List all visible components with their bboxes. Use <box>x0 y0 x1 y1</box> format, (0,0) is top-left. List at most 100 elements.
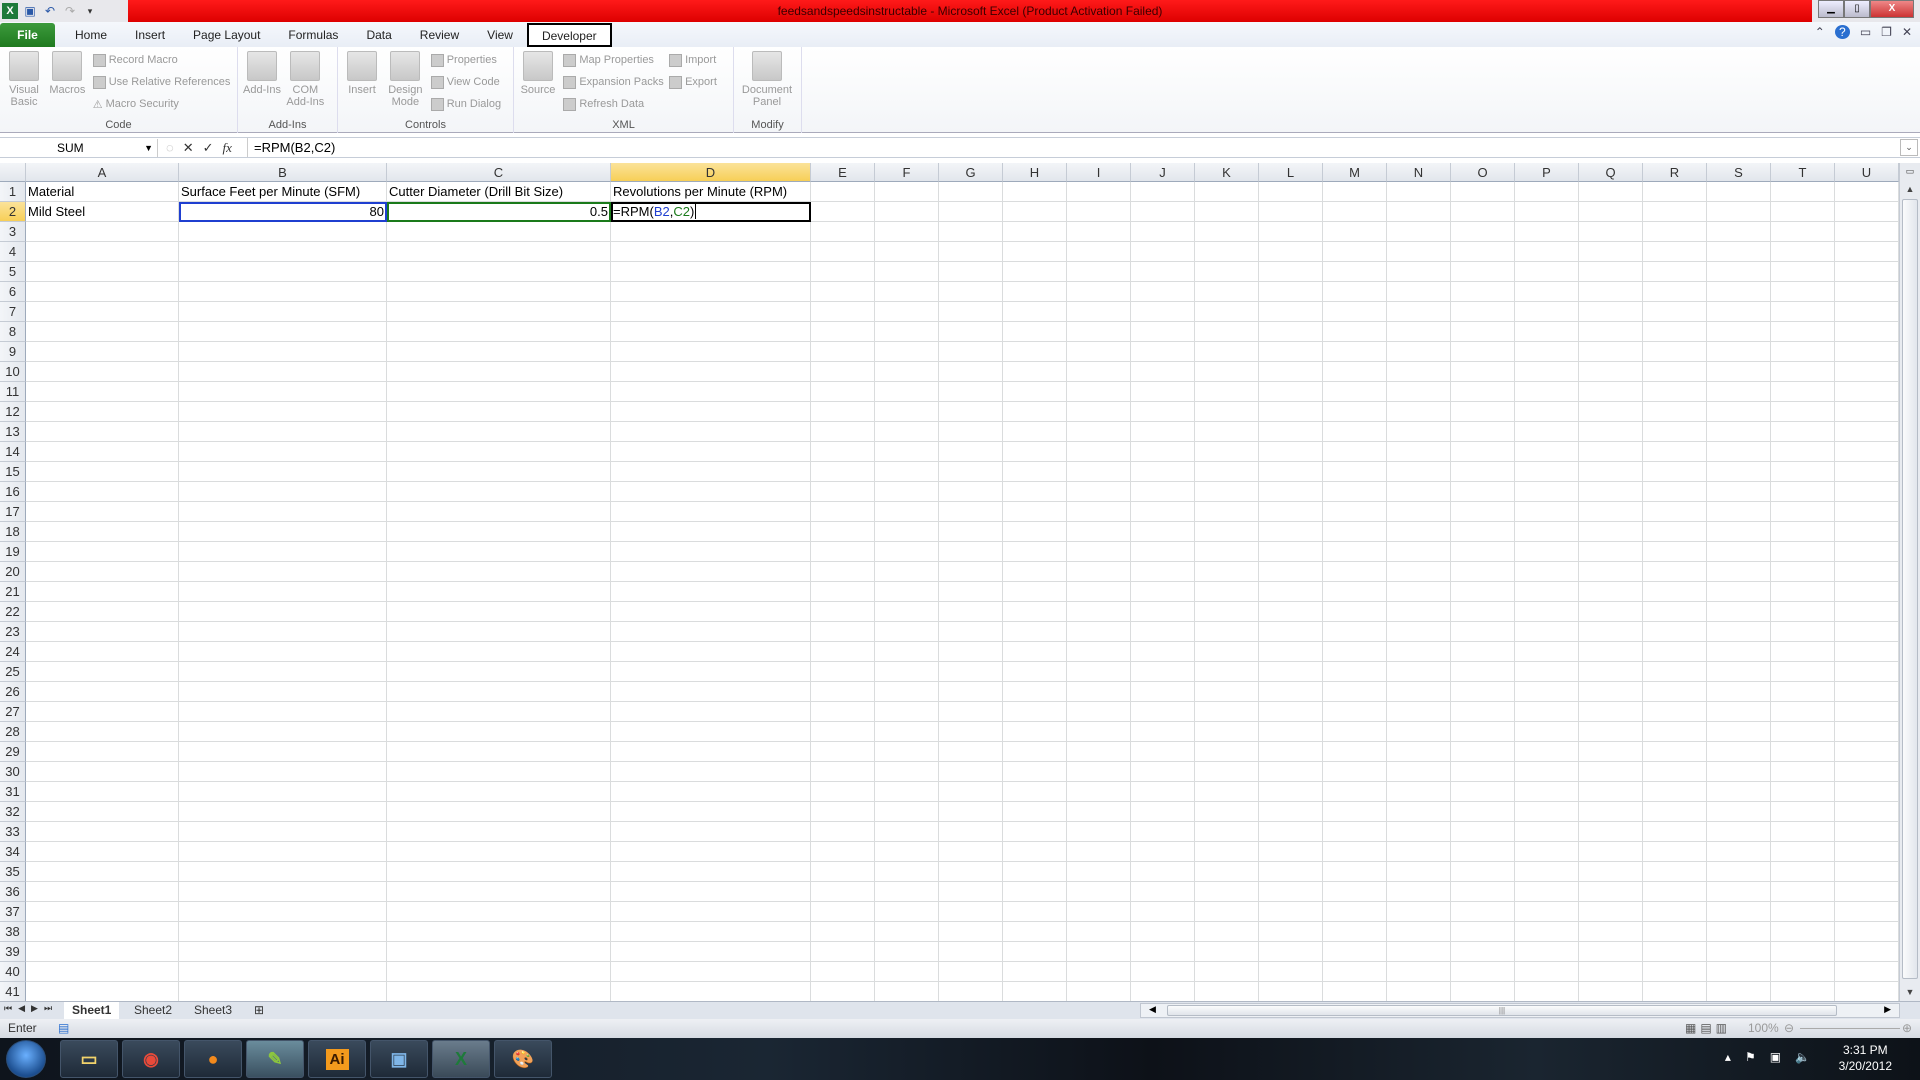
cell-P39[interactable] <box>1515 942 1579 962</box>
cell-B7[interactable] <box>179 302 387 322</box>
column-header-H[interactable]: H <box>1003 163 1067 182</box>
cell-H4[interactable] <box>1003 242 1067 262</box>
cell-F27[interactable] <box>875 702 939 722</box>
cell-J15[interactable] <box>1131 462 1195 482</box>
cell-H7[interactable] <box>1003 302 1067 322</box>
cell-E34[interactable] <box>811 842 875 862</box>
cell-L34[interactable] <box>1259 842 1323 862</box>
tab-insert[interactable]: Insert <box>121 23 179 47</box>
cell-D13[interactable] <box>611 422 811 442</box>
cell-P5[interactable] <box>1515 262 1579 282</box>
cell-C23[interactable] <box>387 622 611 642</box>
cell-L39[interactable] <box>1259 942 1323 962</box>
properties-button[interactable]: Properties <box>430 51 501 69</box>
cell-C25[interactable] <box>387 662 611 682</box>
column-header-I[interactable]: I <box>1067 163 1131 182</box>
cell-G30[interactable] <box>939 762 1003 782</box>
cell-U19[interactable] <box>1835 542 1899 562</box>
cell-R33[interactable] <box>1643 822 1707 842</box>
cell-M27[interactable] <box>1323 702 1387 722</box>
cell-E28[interactable] <box>811 722 875 742</box>
cell-P32[interactable] <box>1515 802 1579 822</box>
cell-S7[interactable] <box>1707 302 1771 322</box>
cell-J41[interactable] <box>1131 982 1195 1002</box>
cell-A40[interactable] <box>26 962 179 982</box>
cell-B1[interactable]: Surface Feet per Minute (SFM) <box>179 182 387 202</box>
cell-L1[interactable] <box>1259 182 1323 202</box>
cell-G32[interactable] <box>939 802 1003 822</box>
cell-H26[interactable] <box>1003 682 1067 702</box>
cell-B8[interactable] <box>179 322 387 342</box>
cell-T26[interactable] <box>1771 682 1835 702</box>
cell-Q7[interactable] <box>1579 302 1643 322</box>
cell-B19[interactable] <box>179 542 387 562</box>
cell-E31[interactable] <box>811 782 875 802</box>
zoom-in-icon[interactable]: ⊕ <box>1902 1019 1912 1038</box>
cell-D37[interactable] <box>611 902 811 922</box>
scroll-down-icon[interactable]: ▼ <box>1902 984 1918 1000</box>
cell-K25[interactable] <box>1195 662 1259 682</box>
cell-N35[interactable] <box>1387 862 1451 882</box>
cell-B32[interactable] <box>179 802 387 822</box>
cell-M23[interactable] <box>1323 622 1387 642</box>
cell-G39[interactable] <box>939 942 1003 962</box>
cell-H11[interactable] <box>1003 382 1067 402</box>
sheet-tab-sheet2[interactable]: Sheet2 <box>126 1002 180 1019</box>
column-header-D[interactable]: D <box>611 163 811 182</box>
cell-I41[interactable] <box>1067 982 1131 1002</box>
cell-D31[interactable] <box>611 782 811 802</box>
cell-G6[interactable] <box>939 282 1003 302</box>
cell-F33[interactable] <box>875 822 939 842</box>
cell-R13[interactable] <box>1643 422 1707 442</box>
cell-F28[interactable] <box>875 722 939 742</box>
row-header-26[interactable]: 26 <box>0 682 26 702</box>
cell-S33[interactable] <box>1707 822 1771 842</box>
column-header-K[interactable]: K <box>1195 163 1259 182</box>
cell-T36[interactable] <box>1771 882 1835 902</box>
cell-P28[interactable] <box>1515 722 1579 742</box>
cell-Q13[interactable] <box>1579 422 1643 442</box>
cell-C29[interactable] <box>387 742 611 762</box>
workbook-minimize-icon[interactable]: ▭ <box>1860 25 1871 39</box>
cell-F1[interactable] <box>875 182 939 202</box>
cell-D33[interactable] <box>611 822 811 842</box>
cell-L4[interactable] <box>1259 242 1323 262</box>
cell-L40[interactable] <box>1259 962 1323 982</box>
cell-T11[interactable] <box>1771 382 1835 402</box>
cell-N32[interactable] <box>1387 802 1451 822</box>
cell-R39[interactable] <box>1643 942 1707 962</box>
cell-D27[interactable] <box>611 702 811 722</box>
cell-J16[interactable] <box>1131 482 1195 502</box>
cell-M31[interactable] <box>1323 782 1387 802</box>
cell-K29[interactable] <box>1195 742 1259 762</box>
cell-G23[interactable] <box>939 622 1003 642</box>
cell-A16[interactable] <box>26 482 179 502</box>
cell-A14[interactable] <box>26 442 179 462</box>
cell-E16[interactable] <box>811 482 875 502</box>
cell-G25[interactable] <box>939 662 1003 682</box>
cell-G28[interactable] <box>939 722 1003 742</box>
cell-T41[interactable] <box>1771 982 1835 1002</box>
cell-C30[interactable] <box>387 762 611 782</box>
cell-T29[interactable] <box>1771 742 1835 762</box>
cell-D12[interactable] <box>611 402 811 422</box>
cell-K26[interactable] <box>1195 682 1259 702</box>
cell-U37[interactable] <box>1835 902 1899 922</box>
cell-P40[interactable] <box>1515 962 1579 982</box>
cell-S27[interactable] <box>1707 702 1771 722</box>
cell-N26[interactable] <box>1387 682 1451 702</box>
cell-P12[interactable] <box>1515 402 1579 422</box>
cell-A7[interactable] <box>26 302 179 322</box>
row-header-20[interactable]: 20 <box>0 562 26 582</box>
cell-O29[interactable] <box>1451 742 1515 762</box>
cell-N4[interactable] <box>1387 242 1451 262</box>
cell-N20[interactable] <box>1387 562 1451 582</box>
cell-S32[interactable] <box>1707 802 1771 822</box>
cell-P21[interactable] <box>1515 582 1579 602</box>
row-header-19[interactable]: 19 <box>0 542 26 562</box>
tab-data[interactable]: Data <box>352 23 405 47</box>
cell-Q30[interactable] <box>1579 762 1643 782</box>
scroll-left-icon[interactable]: ◀ <box>1149 1004 1156 1015</box>
cell-A41[interactable] <box>26 982 179 1002</box>
cell-T14[interactable] <box>1771 442 1835 462</box>
